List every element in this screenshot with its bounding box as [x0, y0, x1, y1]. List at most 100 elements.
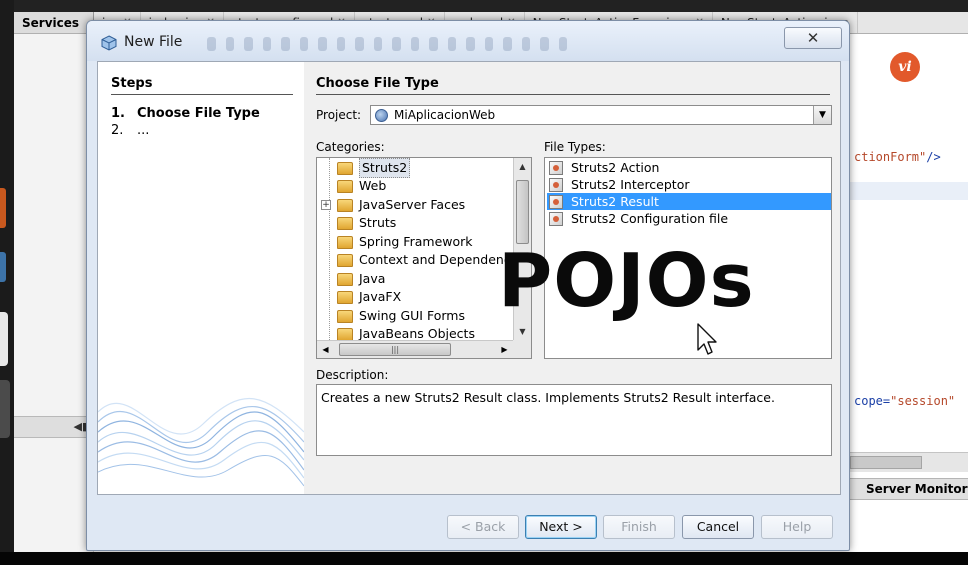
server-monitor-tab[interactable]: Server Monitor: [850, 478, 968, 500]
file-type-item-selected[interactable]: Struts2 Result: [547, 193, 831, 210]
code-line: cope="session": [854, 394, 955, 408]
folder-icon: [337, 235, 353, 249]
netbeans-cube-icon: [101, 35, 117, 51]
category-item[interactable]: Web: [337, 177, 386, 195]
web-project-icon: [375, 108, 388, 122]
dialog-button-row: < Back Next > Finish Cancel Help: [87, 497, 849, 550]
folder-icon: [337, 198, 353, 212]
screen: Services jsp✕ index.jsp✕ struts-config.x…: [0, 0, 968, 565]
step-number: 1.: [111, 106, 125, 121]
file-type-item[interactable]: Struts2 Configuration file: [547, 210, 831, 227]
categories-horizontal-scrollbar[interactable]: ◀ ||| ▶: [317, 340, 513, 358]
taskbar-gray-icon[interactable]: [0, 380, 10, 438]
category-label: Swing GUI Forms: [359, 308, 465, 323]
scroll-down-icon[interactable]: ▼: [514, 323, 531, 340]
scrollbar-corner: [513, 340, 531, 358]
category-item[interactable]: Context and Dependency: [337, 251, 518, 269]
step-label: ...: [137, 123, 150, 138]
category-label: JavaServer Faces: [359, 197, 466, 212]
description-text: Creates a new Struts2 Result class. Impl…: [316, 384, 832, 456]
scroll-left-icon[interactable]: ◀: [317, 341, 334, 358]
video-caption-overlay: POJOs: [498, 238, 755, 324]
step-label: Choose File Type: [137, 106, 260, 121]
code-attr-name: cope=: [854, 394, 891, 408]
cancel-button[interactable]: Cancel: [682, 515, 754, 539]
code-line: ctionForm"/>: [854, 150, 941, 164]
folder-icon: [337, 327, 353, 341]
category-item[interactable]: Spring Framework: [337, 233, 473, 251]
code-tag-close: />: [926, 150, 941, 164]
file-type-label: Struts2 Interceptor: [571, 177, 690, 192]
file-type-label: Struts2 Action: [571, 160, 660, 175]
editor-horizontal-scrollbar[interactable]: [850, 452, 968, 472]
step-item: 1. Choose File Type: [111, 106, 260, 121]
channel-logo: vi: [890, 52, 920, 82]
folder-icon: [337, 216, 353, 230]
category-item[interactable]: Struts2: [337, 158, 411, 178]
taskbar-blue-icon[interactable]: [0, 252, 6, 282]
category-label: Web: [359, 178, 387, 193]
expand-node-icon[interactable]: +: [321, 200, 331, 210]
folder-icon: [337, 290, 353, 304]
scrollbar-thumb[interactable]: [516, 180, 529, 244]
dropdown-arrow-icon[interactable]: ▼: [813, 106, 831, 124]
current-line-highlight: [850, 182, 968, 200]
help-button[interactable]: Help: [761, 515, 833, 539]
decorative-wave-graphic: [98, 398, 304, 487]
scrollbar-thumb[interactable]: [850, 456, 922, 469]
category-label: Java: [359, 271, 386, 286]
divider: [111, 94, 293, 95]
category-label: Struts: [359, 215, 397, 230]
project-dropdown-value: MiAplicacionWeb: [394, 108, 496, 122]
file-type-item[interactable]: Struts2 Interceptor: [547, 176, 831, 193]
project-dropdown[interactable]: MiAplicacionWeb ▼: [370, 105, 832, 125]
folder-icon: [337, 179, 353, 193]
taskbar-orange-icon[interactable]: [0, 188, 6, 228]
description-label: Description:: [316, 368, 389, 382]
steps-pane: Steps 1. Choose File Type 2....: [98, 62, 304, 494]
folder-icon: [337, 309, 353, 323]
scrollbar-thumb[interactable]: |||: [339, 343, 451, 356]
code-attr-value: ctionForm": [854, 150, 927, 164]
steps-heading: Steps: [111, 76, 153, 91]
category-label: Context and Dependency: [359, 252, 519, 267]
code-editor-visible-part: vi ctionForm"/> cope="session" Server Mo…: [850, 34, 968, 552]
ide-top-edge: [14, 0, 968, 12]
ide-panel-header: ◀▮: [14, 416, 94, 438]
folder-icon: [337, 253, 353, 267]
mouse-cursor-icon: [697, 323, 717, 355]
step-item: 2....: [111, 123, 149, 138]
file-type-label: Struts2 Result: [571, 194, 659, 209]
struts-file-icon: [549, 177, 563, 192]
category-label: Spring Framework: [359, 234, 473, 249]
desktop-left-strip: [0, 0, 14, 565]
categories-label: Categories:: [316, 140, 385, 154]
screen-bottom-edge: [0, 552, 968, 565]
category-item[interactable]: Struts: [337, 214, 396, 232]
toolbar-behind-dialog: [207, 37, 567, 53]
category-item[interactable]: JavaFX: [337, 288, 401, 306]
category-item[interactable]: Java: [337, 270, 385, 288]
file-type-label: Struts2 Configuration file: [571, 211, 729, 226]
services-tab[interactable]: Services: [14, 12, 95, 33]
taskbar-white-icon[interactable]: [0, 312, 8, 366]
finish-button[interactable]: Finish: [603, 515, 675, 539]
project-label: Project:: [316, 108, 362, 122]
step-number: 2.: [111, 123, 124, 138]
file-type-item[interactable]: Struts2 Action: [547, 159, 831, 176]
category-item[interactable]: Swing GUI Forms: [337, 307, 465, 325]
category-label: Struts2: [359, 158, 411, 178]
scroll-right-icon[interactable]: ▶: [496, 341, 513, 358]
back-button[interactable]: < Back: [447, 515, 519, 539]
divider: [316, 94, 830, 95]
tree-guide-line: [329, 158, 330, 358]
close-dialog-button[interactable]: ✕: [784, 27, 842, 49]
category-item[interactable]: JavaServer Faces: [337, 196, 465, 214]
scroll-up-icon[interactable]: ▲: [514, 158, 531, 175]
dialog-title-bar[interactable]: New File ✕: [87, 21, 849, 61]
struts-file-icon: [549, 194, 563, 209]
folder-icon: [337, 161, 353, 175]
next-button[interactable]: Next >: [525, 515, 597, 539]
ide-left-panel: ◀▮: [14, 34, 94, 552]
struts-file-icon: [549, 160, 563, 175]
